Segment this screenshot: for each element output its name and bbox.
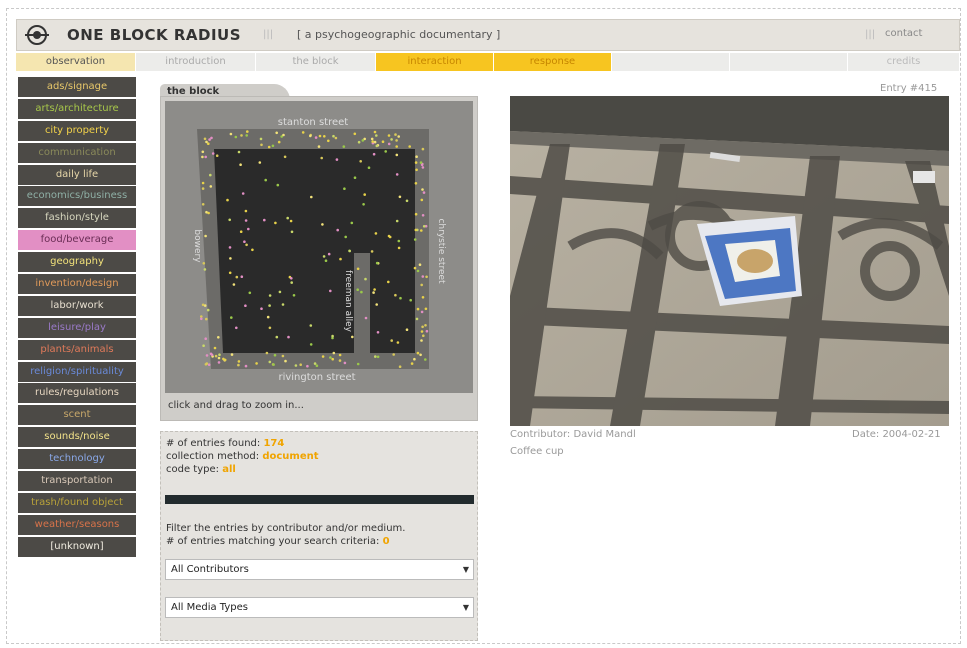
entries-found-label: # of entries found: [166,438,261,449]
tab-response[interactable]: response [494,53,612,71]
sidebar-item-leisure-play[interactable]: leisure/play [18,317,136,338]
sidebar-item-fashion-style[interactable]: fashion/style [18,208,136,229]
block-panel: stanton street rivington street bowery c… [160,96,478,421]
sidebar-item-sounds-noise[interactable]: sounds/noise [18,427,136,448]
sidebar-item-scent[interactable]: scent [18,405,136,426]
chevron-down-icon[interactable]: ▼ [463,560,469,579]
sidebar-item-unknown[interactable]: [unknown] [18,536,136,557]
media-select-value: All Media Types [171,602,248,613]
sidebar-item-plants-animals[interactable]: plants/animals [18,339,136,360]
tab-empty [730,53,848,71]
tab-interaction[interactable]: interaction [376,53,494,71]
tab-the-block[interactable]: the block [256,53,376,71]
info-panel: # of entries found: 174 collection metho… [160,431,478,641]
code-row: code type: all [166,464,236,475]
contributor-select[interactable]: All Contributors ▼ [165,559,474,580]
block-map[interactable]: stanton street rivington street bowery c… [165,101,473,393]
street-label-north: stanton street [278,117,348,128]
sidebar-item-invention-design[interactable]: invention/design [18,274,136,295]
matching-value: 0 [382,536,390,547]
code-value[interactable]: all [222,464,236,475]
sidebar-item-trash-found-object[interactable]: trash/found object [18,492,136,513]
entry-photo [510,96,949,426]
block-map-svg[interactable]: stanton street rivington street bowery c… [165,101,473,393]
contact-link[interactable]: contact [885,28,922,39]
street-label-south: rivington street [278,372,355,383]
sidebar-item-labor-work[interactable]: labor/work [18,295,136,316]
alley-shape [354,253,370,353]
divider-bar [165,495,474,504]
separator: ||| [865,29,876,40]
separator: ||| [263,29,274,40]
main-nav: observation introduction the block inter… [16,53,960,71]
site-header: ONE BLOCK RADIUS ||| [ a psychogeographi… [16,19,960,51]
collection-label: collection method: [166,451,260,462]
tab-observation[interactable]: observation [16,53,136,71]
chevron-down-icon[interactable]: ▼ [463,598,469,617]
sidebar-item-geography[interactable]: geography [18,252,136,273]
sidebar-item-arts-architecture[interactable]: arts/architecture [18,98,136,119]
sidebar-item-city-property[interactable]: city property [18,120,136,141]
sidebar-item-daily-life[interactable]: daily life [18,164,136,185]
sidebar-item-rules-regulations[interactable]: rules/regulations [18,383,136,404]
tab-empty [612,53,730,71]
collection-row: collection method: document [166,451,319,462]
sidebar-item-weather-seasons[interactable]: weather/seasons [18,514,136,535]
code-label: code type: [166,464,220,475]
category-sidebar: ads/signage arts/architecture city propert… [18,77,136,559]
entries-found-value: 174 [263,438,285,449]
tab-credits[interactable]: credits [848,53,960,71]
tab-introduction[interactable]: introduction [136,53,256,71]
contributor-select-value: All Contributors [171,564,249,575]
matching-row: # of entries matching your search criter… [166,536,390,547]
sidebar-item-food-beverage[interactable]: food/beverage [18,230,136,251]
collection-value[interactable]: document [262,451,318,462]
sidebar-item-technology[interactable]: technology [18,449,136,470]
entry-contributor: Contributor: David Mandl [510,429,636,440]
street-label-alley: freeman alley [343,270,353,333]
sidebar-item-ads-signage[interactable]: ads/signage [18,77,136,97]
sidebar-item-economics-business[interactable]: economics/business [18,186,136,207]
sidebar-item-religion-spirituality[interactable]: religion/spirituality [18,361,136,382]
entry-number: Entry #415 [880,83,938,94]
matching-label: # of entries matching your search criter… [166,536,380,547]
sidebar-item-communication[interactable]: communication [18,142,136,163]
sidebar-item-transportation[interactable]: transportation [18,471,136,492]
map-hint: click and drag to zoom in... [168,400,304,411]
entry-photo-image [510,96,949,426]
site-title[interactable]: ONE BLOCK RADIUS [67,26,241,44]
street-label-west: bowery [192,229,202,263]
entries-found-row: # of entries found: 174 [166,438,284,449]
tagline: [ a psychogeographic documentary ] [297,28,501,41]
logo-crosshair-icon[interactable] [25,25,49,45]
block-interior [214,149,415,353]
entry-caption: Coffee cup [510,446,564,457]
filter-text: Filter the entries by contributor and/or… [166,523,406,534]
media-type-select[interactable]: All Media Types ▼ [165,597,474,618]
entry-date: Date: 2004-02-21 [852,429,941,440]
street-label-east: chrystie street [436,218,446,284]
